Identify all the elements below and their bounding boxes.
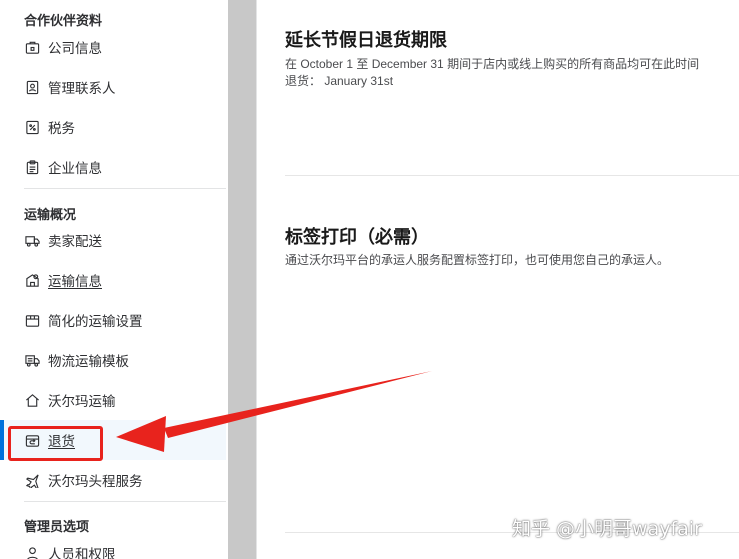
sidebar-item-label: 沃尔玛运输 <box>48 394 116 409</box>
sidebar-item-seller-fulfillment[interactable]: 卖家配送 <box>0 220 226 260</box>
active-indicator <box>0 420 4 460</box>
company-icon <box>24 39 40 55</box>
label-printing-description: 通过沃尔玛平台的承运人服务配置标签打印，也可使用您自己的承运人。 <box>285 253 670 267</box>
person-icon <box>24 545 40 559</box>
sidebar-item-walmart-inbound[interactable]: 沃尔玛头程服务 <box>0 460 226 500</box>
home-icon <box>24 392 40 408</box>
sidebar-item-manage-contacts[interactable]: 管理联系人 <box>0 67 226 107</box>
annotation-highlight-box <box>8 426 103 461</box>
sidebar-item-simplified-shipping[interactable]: 简化的运输设置 <box>0 300 226 340</box>
sidebar-item-label: 管理联系人 <box>48 81 116 96</box>
sidebar: 合作伙伴资料 公司信息 管理联系人 税务 企业信息 运输概况 卖家配送 运输信息… <box>0 0 228 559</box>
label-printing-title: 标签打印（必需） <box>285 227 429 247</box>
sidebar-item-company-info[interactable]: 公司信息 <box>0 27 226 67</box>
sidebar-item-label: 人员和权限 <box>48 547 116 559</box>
shipping-settings-icon <box>24 272 40 288</box>
sidebar-item-tax[interactable]: 税务 <box>0 107 226 147</box>
sidebar-item-people-permissions[interactable]: 人员和权限 <box>0 533 226 559</box>
sidebar-item-logistics-template[interactable]: 物流运输模板 <box>0 340 226 380</box>
holiday-returns-text-line2: 退货： January 31st <box>285 74 394 88</box>
sidebar-item-label: 沃尔玛头程服务 <box>48 474 143 489</box>
holiday-returns-title: 延长节假日退货期限 <box>285 30 447 50</box>
tax-icon <box>24 119 40 135</box>
sidebar-divider <box>24 501 226 502</box>
sidebar-item-label: 运输信息 <box>48 274 102 289</box>
clipboard-icon <box>24 159 40 175</box>
template-truck-icon <box>24 352 40 368</box>
content-gutter <box>228 0 256 559</box>
contact-card-icon <box>24 79 40 95</box>
sidebar-item-label: 简化的运输设置 <box>48 314 143 329</box>
airplane-icon <box>24 472 40 488</box>
watermark-text: 知乎 @小明哥wayfair <box>512 518 702 540</box>
sidebar-item-shipping-info[interactable]: 运输信息 <box>0 260 226 300</box>
sidebar-item-walmart-shipping[interactable]: 沃尔玛运输 <box>0 380 226 420</box>
main-content: 延长节假日退货期限 在 October 1 至 December 31 期间于店… <box>256 0 739 559</box>
box-icon <box>24 312 40 328</box>
section-divider <box>285 175 739 176</box>
sidebar-divider <box>24 188 226 189</box>
sidebar-item-label: 卖家配送 <box>48 234 102 249</box>
sidebar-item-business-info[interactable]: 企业信息 <box>0 147 226 187</box>
sidebar-item-label: 物流运输模板 <box>48 354 129 369</box>
sidebar-item-label: 税务 <box>48 121 75 136</box>
truck-icon <box>24 232 40 248</box>
holiday-returns-text-line1: 在 October 1 至 December 31 期间于店内或线上购买的所有商… <box>285 57 700 71</box>
sidebar-item-label: 企业信息 <box>48 161 102 176</box>
sidebar-item-label: 公司信息 <box>48 41 102 56</box>
